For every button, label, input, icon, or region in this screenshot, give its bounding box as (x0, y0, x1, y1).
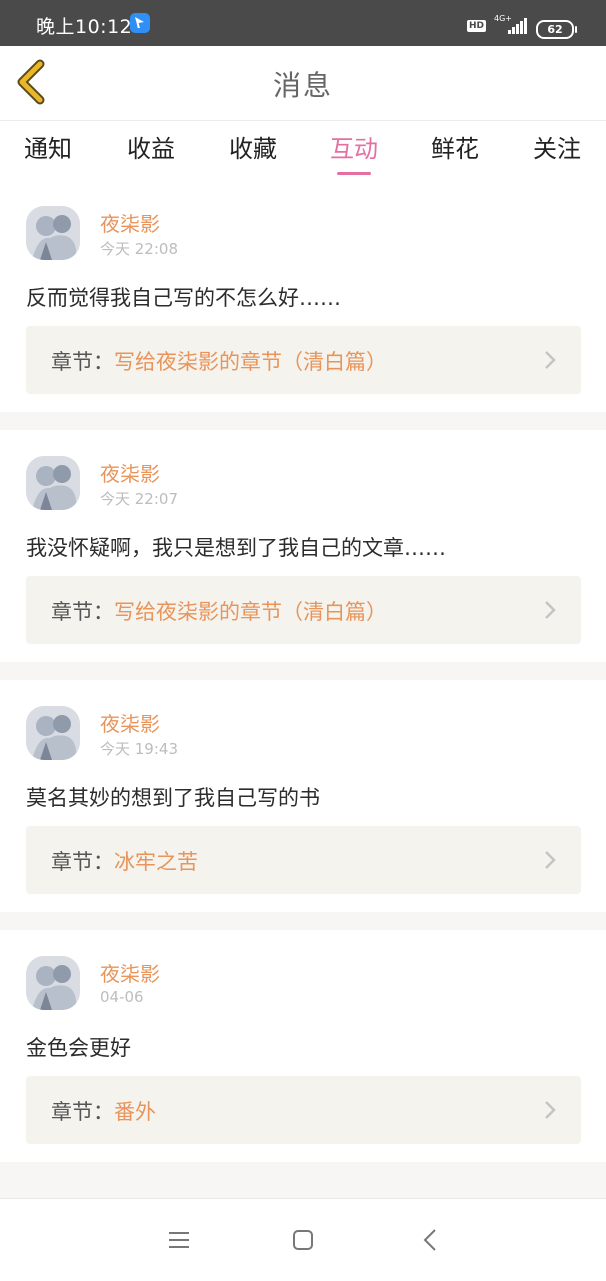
battery-icon: 62 (536, 20, 577, 39)
message-card: 夜柒影 今天 22:08 反而觉得我自己写的不怎么好…… 章节：写给夜柒影的章节… (0, 180, 606, 412)
sender-name[interactable]: 夜柒影 (100, 958, 160, 987)
back-triangle-icon (423, 1229, 436, 1251)
chapter-title: 写给夜柒影的章节（清白篇） (114, 600, 387, 624)
system-back-button[interactable] (418, 1227, 444, 1253)
chevron-right-icon (545, 1101, 556, 1119)
status-bar: 晚上10:12 HD 4G+ 62 (0, 0, 606, 46)
sender-name[interactable]: 夜柒影 (100, 208, 160, 237)
message-time: 04-06 (100, 988, 144, 1006)
hd-badge: HD (467, 20, 487, 32)
active-tab-indicator (337, 172, 371, 175)
chapter-label: 章节： (51, 600, 114, 624)
chevron-right-icon (545, 601, 556, 619)
avatar[interactable] (26, 956, 80, 1010)
chapter-label: 章节： (51, 350, 114, 374)
chapter-title: 冰牢之苦 (114, 850, 198, 874)
chevron-right-icon (545, 351, 556, 369)
tab-notifications[interactable]: 通知 (13, 129, 83, 164)
tab-interactions[interactable]: 互动 (319, 129, 389, 175)
avatar[interactable] (26, 206, 80, 260)
chevron-right-icon (545, 851, 556, 869)
tab-label: 通知 (24, 135, 72, 163)
status-time: 晚上10:12 (36, 16, 133, 38)
sender-name[interactable]: 夜柒影 (100, 708, 160, 737)
chapter-title: 番外 (114, 1100, 156, 1124)
message-card: 夜柒影 今天 19:43 莫名其妙的想到了我自己写的书 章节：冰牢之苦 (0, 680, 606, 912)
chapter-label: 章节： (51, 1100, 114, 1124)
sender-name[interactable]: 夜柒影 (100, 458, 160, 487)
chapter-link[interactable]: 章节：番外 (26, 1076, 581, 1144)
message-text: 反而觉得我自己写的不怎么好…… (26, 286, 341, 310)
notification-app-icon (130, 13, 150, 33)
chapter-link[interactable]: 章节：写给夜柒影的章节（清白篇） (26, 576, 581, 644)
tab-follow[interactable]: 关注 (522, 129, 592, 164)
message-time: 今天 22:07 (100, 490, 178, 508)
tab-label: 收益 (127, 135, 175, 163)
chapter-link[interactable]: 章节：写给夜柒影的章节（清白篇） (26, 326, 581, 394)
signal-icon (508, 18, 528, 34)
tab-label: 收藏 (229, 135, 277, 163)
avatar[interactable] (26, 706, 80, 760)
home-square-icon (293, 1230, 313, 1250)
tab-label: 互动 (330, 135, 378, 163)
tab-label: 关注 (533, 135, 581, 163)
chapter-label: 章节： (51, 850, 114, 874)
system-nav-bar (0, 1198, 606, 1281)
message-text: 金色会更好 (26, 1036, 131, 1060)
tab-earnings[interactable]: 收益 (116, 129, 186, 164)
avatar[interactable] (26, 456, 80, 510)
chapter-link[interactable]: 章节：冰牢之苦 (26, 826, 581, 894)
home-button[interactable] (290, 1227, 316, 1253)
menu-button[interactable] (166, 1227, 192, 1253)
message-card: 夜柒影 04-06 金色会更好 章节：番外 (0, 930, 606, 1162)
menu-icon (169, 1232, 189, 1248)
page-header: 消息 (0, 46, 606, 121)
message-card: 夜柒影 今天 22:07 我没怀疑啊，我只是想到了我自己的文章…… 章节：写给夜… (0, 430, 606, 662)
tab-label: 鲜花 (431, 135, 479, 163)
tab-flowers[interactable]: 鲜花 (420, 129, 490, 164)
tab-bar: 通知 收益 收藏 互动 鲜花 关注 (0, 121, 606, 183)
chapter-title: 写给夜柒影的章节（清白篇） (114, 350, 387, 374)
tab-favorites[interactable]: 收藏 (218, 129, 288, 164)
message-time: 今天 22:08 (100, 240, 178, 258)
message-text: 莫名其妙的想到了我自己写的书 (26, 786, 320, 810)
page-title: 消息 (272, 69, 333, 102)
message-text: 我没怀疑啊，我只是想到了我自己的文章…… (26, 536, 446, 560)
message-time: 今天 19:43 (100, 740, 178, 758)
